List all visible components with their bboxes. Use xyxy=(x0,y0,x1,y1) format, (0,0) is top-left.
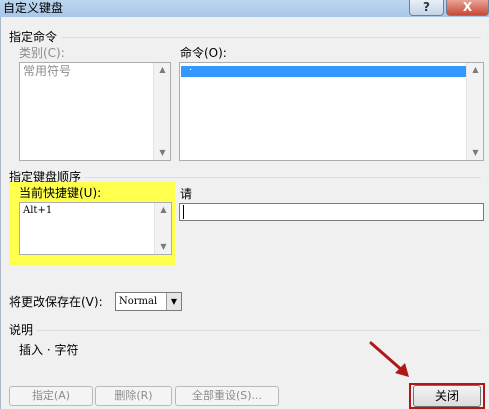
press-new-key-input[interactable] xyxy=(179,203,484,221)
press-new-key-label: 请 xyxy=(180,187,193,201)
dialog-body: 指定命令 类别(C): 常用符号 ▲ ▼ 命令(O): · ▲ ▼ 指定键盘顺序… xyxy=(0,17,489,409)
save-in-dropdown[interactable]: Normal ▼ xyxy=(115,292,182,311)
section-divider xyxy=(85,177,481,178)
description-heading: 说明 xyxy=(9,323,34,337)
reset-all-button[interactable]: 全部重设(S)... xyxy=(175,386,279,406)
description-text: 插入 · 字符 xyxy=(19,343,79,357)
categories-label: 类别(C): xyxy=(19,46,65,60)
scroll-up-icon[interactable]: ▲ xyxy=(154,63,171,77)
window-title: 自定义键盘 xyxy=(3,1,64,15)
window-close-button[interactable]: X xyxy=(446,0,489,16)
specify-command-heading: 指定命令 xyxy=(9,30,58,44)
save-in-value: Normal xyxy=(119,296,158,307)
save-in-label: 将更改保存在(V): xyxy=(9,295,103,309)
annotation-highlight: 当前快捷键(U): Alt+1 ▲ ▼ xyxy=(9,182,175,265)
command-item: · xyxy=(189,65,193,76)
chevron-down-icon[interactable]: ▼ xyxy=(166,293,181,310)
commands-listbox[interactable]: · ▲ ▼ xyxy=(179,62,484,161)
categories-scrollbar[interactable]: ▲ ▼ xyxy=(153,63,170,160)
current-keys-listbox[interactable]: Alt+1 ▲ ▼ xyxy=(19,202,172,255)
section-divider xyxy=(37,330,481,331)
annotation-arrow-icon xyxy=(369,341,409,377)
current-keys-label: 当前快捷键(U): xyxy=(19,186,102,200)
scroll-down-icon[interactable]: ▼ xyxy=(155,240,172,254)
scroll-up-icon[interactable]: ▲ xyxy=(467,63,484,77)
section-divider xyxy=(61,37,481,38)
text-cursor xyxy=(183,205,184,219)
remove-button[interactable]: 删除(R) xyxy=(95,386,172,406)
assign-button[interactable]: 指定(A) xyxy=(9,386,93,406)
commands-scrollbar[interactable]: ▲ ▼ xyxy=(466,63,483,160)
close-button[interactable]: 关闭 xyxy=(413,385,481,407)
commands-label: 命令(O): xyxy=(180,46,227,60)
scroll-up-icon[interactable]: ▲ xyxy=(155,203,172,217)
title-bar: 自定义键盘 ? X xyxy=(0,0,489,17)
scroll-down-icon[interactable]: ▼ xyxy=(154,146,171,160)
annotation-frame: 关闭 xyxy=(409,383,485,409)
help-button[interactable]: ? xyxy=(409,0,444,16)
categories-listbox[interactable]: 常用符号 ▲ ▼ xyxy=(19,62,171,161)
current-keys-scrollbar[interactable]: ▲ ▼ xyxy=(154,203,171,254)
scroll-down-icon[interactable]: ▼ xyxy=(467,146,484,160)
current-key-item[interactable]: Alt+1 xyxy=(23,204,52,218)
selected-command-row[interactable]: · xyxy=(181,66,466,77)
category-item[interactable]: 常用符号 xyxy=(23,64,71,78)
